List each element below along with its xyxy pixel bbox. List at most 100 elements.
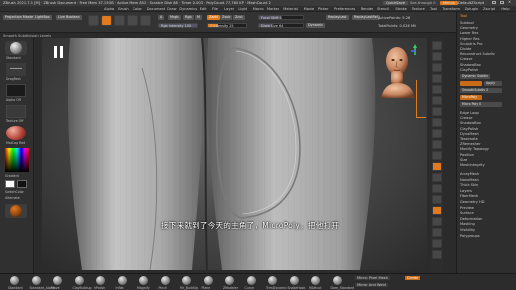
replay-last-button[interactable]: ReplayLast: [326, 15, 349, 20]
geometry-item-crease[interactable]: Crease: [460, 116, 472, 120]
rotate-tool-button[interactable]: [140, 15, 151, 26]
geometry-item-claypolish[interactable]: ClayPolish: [460, 68, 478, 72]
tool-local-button[interactable]: [432, 129, 442, 138]
menu-picker[interactable]: Picker: [318, 7, 329, 11]
mirror-weld-button[interactable]: Mirror And Weld: [355, 283, 388, 288]
brush-standard-alpha-icon[interactable]: [31, 276, 41, 285]
tool-line-fill-button[interactable]: [432, 195, 442, 204]
tool-zoom-button[interactable]: [432, 74, 442, 83]
tool-subpalette-deformation[interactable]: Deformation: [460, 217, 482, 221]
menu-transform[interactable]: Transform: [442, 7, 460, 11]
menu-stencil[interactable]: Stencil: [377, 7, 389, 11]
brush-claybuildup-icon[interactable]: [74, 276, 84, 285]
tool-subpalette-visibility[interactable]: Visibility: [460, 228, 475, 232]
brush-zmodeler-icon[interactable]: [225, 276, 234, 285]
geometry-item-size[interactable]: Size: [460, 158, 467, 162]
move-tool-button[interactable]: [114, 15, 125, 26]
tool-l-sym-button[interactable]: [432, 140, 442, 149]
brush-pinch-icon[interactable]: [160, 276, 170, 285]
tool-persp-button[interactable]: [432, 107, 442, 116]
edit-tool-button[interactable]: [88, 15, 99, 26]
tool-scale-button[interactable]: [432, 173, 442, 182]
quicksave-button[interactable]: QuickSave: [383, 0, 408, 5]
alternate-button[interactable]: Alternate: [5, 196, 20, 200]
menu-draw[interactable]: Draw: [167, 7, 176, 11]
tool-rotate-button[interactable]: [432, 184, 442, 193]
menu-edit[interactable]: Edit: [200, 7, 207, 11]
draw-tool-button[interactable]: [101, 15, 112, 26]
micropoly-slider[interactable]: Micro Poly 0: [460, 102, 502, 107]
menu-movie[interactable]: Movie: [304, 7, 315, 11]
geometry-item-edge-loop[interactable]: Edge Loop: [460, 111, 479, 115]
menu-texture[interactable]: Texture: [412, 7, 425, 11]
menu-dynamics[interactable]: Dynamics: [179, 7, 197, 11]
close-icon[interactable]: ✕: [508, 0, 511, 4]
tool-subpalette-thick-skin[interactable]: Thick Skin: [460, 183, 478, 187]
live-boolean-button[interactable]: Live Boolean: [56, 15, 82, 20]
switch-color-button[interactable]: SwitchColor: [5, 190, 24, 194]
tool-polyf-button[interactable]: [432, 206, 442, 215]
tool-move-button[interactable]: [432, 162, 442, 171]
brush-magnify-icon[interactable]: [139, 276, 148, 285]
brush-hpolish-icon[interactable]: [96, 276, 105, 285]
menu-document[interactable]: Document: [147, 7, 166, 11]
micropoly-button[interactable]: MicroPoly: [460, 95, 482, 100]
smooth-subdiv-slider[interactable]: SmoothSubdiv 2: [460, 88, 502, 93]
default-zscript-button[interactable]: DefaultZScript: [458, 1, 484, 5]
micro-mesh-button[interactable]: Micro: Pixel Mesh: [355, 276, 390, 281]
geometry-item-shadowbox[interactable]: ShadowBox: [460, 63, 481, 67]
geometry-item-crease[interactable]: Crease: [460, 57, 472, 61]
menu-color[interactable]: Color: [133, 7, 142, 11]
menu-macro[interactable]: Macro: [253, 7, 264, 11]
main-color-swatch[interactable]: [5, 180, 15, 188]
tool-aahalf-button[interactable]: [432, 96, 442, 105]
stroke-slot[interactable]: [6, 63, 26, 76]
tool-scroll-button[interactable]: [432, 63, 442, 72]
brush-snakehook-icon[interactable]: [289, 276, 299, 285]
m-button[interactable]: M: [195, 15, 202, 20]
menu-layer[interactable]: Layer: [224, 7, 234, 11]
tool-transp-button[interactable]: [432, 217, 442, 226]
replay-last-rel-button[interactable]: ReplayLastRel: [352, 15, 380, 20]
menu-preferences[interactable]: Preferences: [334, 7, 355, 11]
brush-plane-icon[interactable]: [203, 276, 213, 285]
texture-slot[interactable]: [6, 105, 26, 118]
tool-subpalette-polygroups[interactable]: Polygroups: [460, 234, 480, 238]
geometry-item-tessimate[interactable]: Tessimate: [460, 137, 478, 141]
zsub-button[interactable]: Zsub: [220, 15, 233, 20]
a-button[interactable]: A: [158, 15, 165, 20]
tool-subpalette-layers[interactable]: Layers: [460, 189, 472, 193]
menu-brush[interactable]: Brush: [118, 7, 128, 11]
tool-spix-3-button[interactable]: [432, 52, 442, 61]
brush-dam-standard-icon[interactable]: [332, 276, 342, 285]
menu-zplugin[interactable]: Zplugin: [465, 7, 479, 11]
menus-button[interactable]: Menus: [440, 0, 458, 5]
tool-actual-button[interactable]: [432, 85, 442, 94]
mrgb-button[interactable]: Mrgb: [168, 15, 181, 20]
zadd-button[interactable]: Zadd: [207, 15, 220, 20]
geometry-item-dynamesh[interactable]: DynaMesh: [460, 132, 479, 136]
rgb-intensity-slider[interactable]: Rgb Intensity 100: [158, 23, 198, 28]
tool-subpalette-arraymesh[interactable]: ArrayMesh: [460, 172, 479, 176]
geometry-item-claypolish[interactable]: ClayPolish: [460, 127, 478, 131]
color-picker[interactable]: [5, 148, 29, 172]
geometry-item-zremesher[interactable]: ZRemesher: [460, 142, 481, 146]
brush-curve-icon[interactable]: [246, 276, 256, 285]
rgb-button[interactable]: Rgb: [183, 15, 194, 20]
menu-zscript[interactable]: Zscript: [483, 7, 495, 11]
draw-size-slider[interactable]: Draw Size 64: [258, 23, 304, 28]
geometry-item-modify-topology[interactable]: Modify Topology: [460, 147, 489, 151]
brush-inflat-icon[interactable]: [117, 276, 127, 285]
menu-light[interactable]: Light: [238, 7, 247, 11]
menu-file[interactable]: File: [212, 7, 218, 11]
head-icon[interactable]: [378, 43, 418, 98]
dynamic-button[interactable]: Dynamic: [306, 23, 325, 28]
tool-floor-button[interactable]: [432, 118, 442, 127]
tool-subpalette-masking[interactable]: Masking: [460, 222, 475, 226]
alpha-slot[interactable]: [6, 84, 26, 97]
pause-icon[interactable]: [52, 45, 66, 59]
menu-tool[interactable]: Tool: [430, 7, 437, 11]
tool-ghost-button[interactable]: [432, 228, 442, 237]
brush-modifier-slot[interactable]: [5, 204, 27, 218]
menu-stroke[interactable]: Stroke: [395, 7, 406, 11]
